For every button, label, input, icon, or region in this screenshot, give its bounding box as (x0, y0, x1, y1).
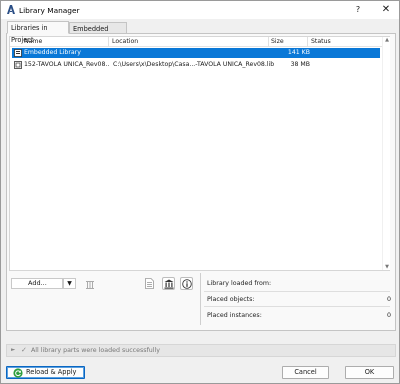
row-size: 38 MB (290, 61, 310, 68)
row-location: C:\Users\x\Desktop\Casa...-TAVOLA UNICA_… (113, 61, 275, 68)
remove-library-icon[interactable] (83, 277, 96, 290)
column-header-status[interactable]: Status (311, 38, 331, 45)
expand-arrow-icon[interactable]: ► (11, 347, 15, 353)
checkmark-icon: ✓ (21, 346, 27, 354)
status-bar: ► ✓ All library parts were loaded succes… (6, 344, 396, 357)
help-button[interactable]: ? (350, 3, 366, 17)
embedded-library-icon (14, 49, 22, 57)
window-title: Library Manager (19, 6, 80, 15)
column-header-location[interactable]: Location (112, 38, 138, 45)
row-name: 152-TAVOLA UNICA_Rev08.... (24, 61, 110, 68)
status-message: All library parts were loaded successful… (31, 347, 161, 354)
library-building-icon[interactable] (162, 277, 175, 290)
info-separator (204, 291, 390, 292)
reload-icon (13, 368, 23, 378)
row-size: 141 KB (287, 49, 310, 56)
info-separator (204, 306, 390, 307)
column-separator[interactable] (307, 37, 308, 47)
row-name: Embedded Library (24, 49, 81, 56)
scroll-down-arrow-icon[interactable]: ▼ (384, 264, 390, 270)
column-header-size[interactable]: Size (271, 38, 284, 45)
document-icon[interactable] (143, 277, 156, 290)
info-divider (200, 273, 201, 325)
library-manager-window: Library Manager ? ✕ Libraries in Project… (0, 0, 400, 384)
table-row[interactable]: Embedded Library 141 KB (12, 48, 380, 58)
reload-apply-label: Reload & Apply (26, 368, 77, 376)
ok-button[interactable]: OK (345, 366, 394, 379)
column-separator[interactable] (108, 37, 109, 47)
column-separator[interactable] (268, 37, 269, 47)
cancel-button[interactable]: Cancel (282, 366, 329, 379)
vertical-scrollbar[interactable]: ▲ ▼ (382, 37, 390, 270)
add-dropdown-arrow[interactable]: ▼ (63, 278, 76, 289)
library-list[interactable]: Name Location Size Status Embedded Libra… (9, 36, 390, 271)
info-icon[interactable] (180, 277, 193, 290)
linked-library-icon (14, 61, 22, 69)
title-bar: Library Manager ? ✕ (1, 1, 399, 19)
list-header: Name Location Size Status (10, 37, 382, 47)
placed-instances-label: Placed instances: (207, 312, 262, 319)
scroll-up-arrow-icon[interactable]: ▲ (384, 37, 390, 43)
placed-instances-value: 0 (386, 312, 391, 319)
placed-objects-label: Placed objects: (207, 296, 255, 303)
close-button[interactable]: ✕ (378, 3, 394, 17)
library-loaded-from-label: Library loaded from: (207, 280, 272, 287)
tab-libraries-in-project[interactable]: Libraries in Project (7, 21, 69, 44)
table-row[interactable]: 152-TAVOLA UNICA_Rev08.... C:\Users\x\De… (12, 60, 380, 70)
archicad-logo-icon (7, 5, 15, 14)
add-button[interactable]: Add... (11, 278, 63, 289)
placed-objects-value: 0 (386, 296, 391, 303)
reload-apply-button[interactable]: Reload & Apply (6, 366, 85, 379)
